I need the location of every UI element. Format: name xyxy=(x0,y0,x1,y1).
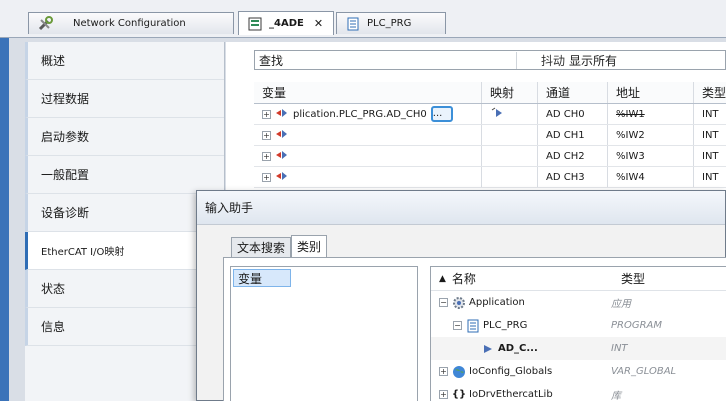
table-row[interactable]: + AD CH1 %IW2 INT xyxy=(254,125,726,146)
address-cell: %IW1 xyxy=(608,104,694,124)
application-gear-icon xyxy=(452,296,466,310)
expand-icon[interactable]: + xyxy=(262,109,271,119)
expand-icon[interactable]: + xyxy=(262,151,271,161)
nav-item-device-diagnostics[interactable]: 设备诊断 xyxy=(25,194,224,232)
input-assistant-button[interactable]: ... xyxy=(430,106,453,122)
tree-node-ad-c[interactable]: AD_C... INT xyxy=(431,337,726,360)
mapping-cell xyxy=(482,167,538,187)
type-cell: INT xyxy=(702,108,719,120)
input-variable-icon xyxy=(275,107,289,122)
tab-label: PLC_PRG xyxy=(367,18,412,29)
column-header-channel[interactable]: 通道 xyxy=(538,82,608,103)
nav-item-information[interactable]: 信息 xyxy=(25,308,224,346)
expand-icon[interactable]: + xyxy=(439,390,448,399)
program-icon xyxy=(345,16,361,32)
device-config-nav: 概述 过程数据 启动参数 一般配置 设备诊断 EtherCAT I/O映射 状态… xyxy=(25,42,225,401)
expand-icon[interactable]: + xyxy=(262,130,271,140)
variable-cell[interactable]: plication.PLC_PRG.AD_CH0 xyxy=(293,109,427,120)
input-variable-icon xyxy=(275,170,289,185)
tab-plc-prg[interactable]: PLC_PRG xyxy=(336,12,446,34)
expand-icon[interactable]: + xyxy=(439,367,448,376)
find-input[interactable]: 查找 xyxy=(255,51,517,69)
dialog-tab-bar: 文本搜索 类别 xyxy=(231,235,328,257)
table-row[interactable]: + AD CH2 %IW3 INT xyxy=(254,146,726,167)
variable-icon xyxy=(481,342,495,356)
type-cell: INT xyxy=(702,171,719,183)
close-tab-icon[interactable]: ✕ xyxy=(314,17,323,30)
tree-header: ▲ 名称 类型 xyxy=(431,267,726,291)
library-braces-icon: {} xyxy=(451,389,467,400)
nav-item-startup-parameters[interactable]: 启动参数 xyxy=(25,118,224,156)
symbol-tree: ▲ 名称 类型 − Application 应用 − PLC_PRG PROGR… xyxy=(430,266,726,401)
tab-4ade[interactable]: _4ADE ✕ xyxy=(238,11,334,35)
mapped-variable-icon xyxy=(490,107,504,122)
column-header-mapping[interactable]: 映射 xyxy=(482,82,538,103)
input-variable-icon xyxy=(275,149,289,164)
nav-item-overview[interactable]: 概述 xyxy=(25,42,224,80)
show-all-dropdown[interactable]: 显示所有 xyxy=(565,52,617,69)
tree-node-iodrvethercatlib[interactable]: + {} IoDrvEthercatLib 库 xyxy=(431,383,726,401)
editor-tab-strip: Network Configuration _4ADE ✕ PLC_PRG xyxy=(0,0,726,38)
column-header-address[interactable]: 地址 xyxy=(608,82,694,103)
nav-item-general-config[interactable]: 一般配置 xyxy=(25,156,224,194)
nav-item-status[interactable]: 状态 xyxy=(25,270,224,308)
tab-text-search[interactable]: 文本搜索 xyxy=(231,237,292,257)
collapse-icon[interactable]: − xyxy=(453,321,462,330)
network-tools-icon xyxy=(37,15,53,32)
channel-cell: AD CH2 xyxy=(538,146,608,166)
dialog-title: 输入助手 xyxy=(197,191,725,225)
mapping-cell xyxy=(482,146,538,166)
table-row[interactable]: + AD CH3 %IW4 INT xyxy=(254,167,726,188)
device-icon xyxy=(247,16,263,32)
tab-categories[interactable]: 类别 xyxy=(291,235,328,257)
category-list: 变量 xyxy=(230,266,418,401)
mapping-cell xyxy=(482,125,538,145)
type-cell: INT xyxy=(702,129,719,141)
column-header-type[interactable]: 类型 xyxy=(694,82,726,103)
table-header: 变量 映射 通道 地址 类型 xyxy=(254,82,726,104)
channel-cell: AD CH0 xyxy=(538,104,608,124)
dialog-body: 变量 ▲ 名称 类型 − Application 应用 − PLC_PRG PR… xyxy=(223,257,726,401)
column-header-name[interactable]: ▲ 名称 xyxy=(431,270,609,287)
address-cell: %IW4 xyxy=(608,167,694,187)
column-header-type[interactable]: 类型 xyxy=(609,270,645,287)
expand-icon[interactable]: + xyxy=(262,172,271,182)
find-bar: 查找 抖动 显示所有 xyxy=(254,50,726,70)
nav-item-ethercat-io-mapping[interactable]: EtherCAT I/O映射 xyxy=(25,232,224,270)
category-item-variables[interactable]: 变量 xyxy=(233,269,291,287)
left-dock-strip xyxy=(0,38,9,401)
tree-node-plc-prg[interactable]: − PLC_PRG PROGRAM xyxy=(431,314,726,337)
input-variable-icon xyxy=(275,128,289,143)
address-cell: %IW2 xyxy=(608,125,694,145)
table-row[interactable]: + plication.PLC_PRG.AD_CH0 ... AD CH0 %I… xyxy=(254,104,726,125)
tree-node-application[interactable]: − Application 应用 xyxy=(431,291,726,314)
type-cell: INT xyxy=(702,150,719,162)
tab-network-configuration[interactable]: Network Configuration xyxy=(28,12,234,34)
address-cell: %IW3 xyxy=(608,146,694,166)
program-icon xyxy=(466,319,480,333)
nav-item-process-data[interactable]: 过程数据 xyxy=(25,80,224,118)
channel-cell: AD CH1 xyxy=(538,125,608,145)
io-mapping-table: 变量 映射 通道 地址 类型 + plication.PLC_PRG.AD_CH… xyxy=(254,82,726,188)
sort-ascending-icon: ▲ xyxy=(439,273,446,284)
tab-label: _4ADE xyxy=(269,18,304,29)
globe-icon xyxy=(452,365,466,379)
mapping-cell xyxy=(482,104,538,124)
channel-cell: AD CH3 xyxy=(538,167,608,187)
tab-label: Network Configuration xyxy=(73,18,186,29)
tree-node-ioconfig-globals[interactable]: + IoConfig_Globals VAR_GLOBAL xyxy=(431,360,726,383)
input-assistant-dialog: 输入助手 文本搜索 类别 变量 ▲ 名称 类型 − Application 应用… xyxy=(196,190,726,401)
collapse-icon[interactable]: − xyxy=(439,298,448,307)
column-header-variable[interactable]: 变量 xyxy=(254,82,482,103)
filter-button[interactable]: 抖动 xyxy=(517,52,565,69)
